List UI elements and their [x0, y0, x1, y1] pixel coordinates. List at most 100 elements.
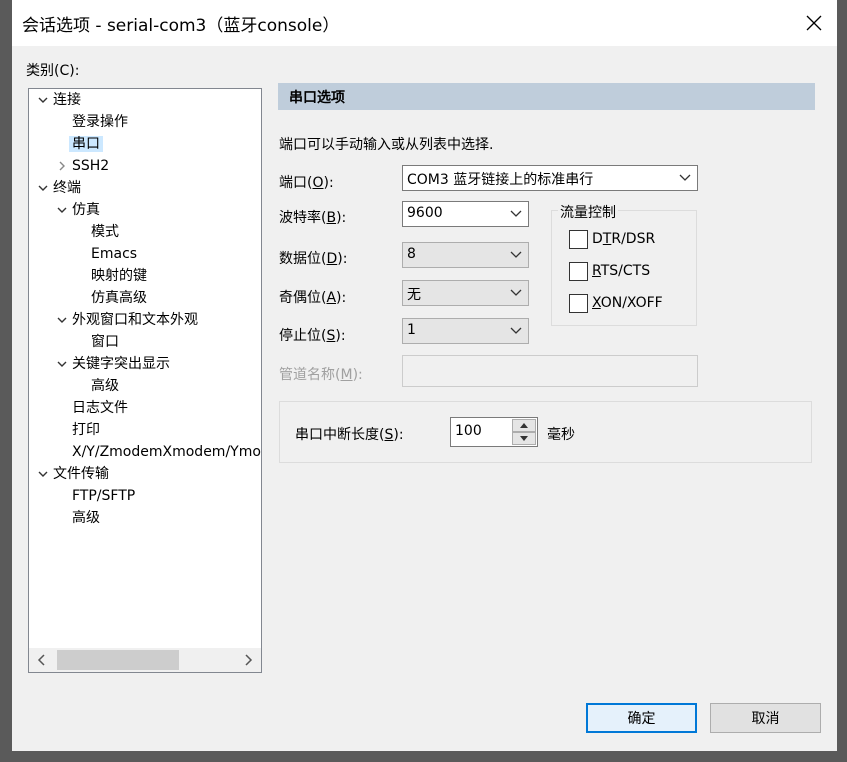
- scroll-left-icon[interactable]: [37, 654, 47, 666]
- tree-item-label: 模式: [91, 224, 119, 240]
- databits-value: 8: [407, 246, 416, 262]
- port-hint: 端口可以手动输入或从列表中选择.: [279, 137, 494, 153]
- chevron-down-icon[interactable]: [37, 177, 49, 199]
- tree-item[interactable]: 外观窗口和文本外观: [57, 309, 198, 331]
- tree-item[interactable]: 日志文件: [72, 397, 128, 419]
- chevron-right-icon[interactable]: [56, 155, 68, 177]
- break-unit: 毫秒: [547, 427, 575, 443]
- port-combo[interactable]: COM3 蓝牙链接上的标准串行: [402, 165, 698, 191]
- stopbits-value: 1: [407, 322, 416, 338]
- spin-up-button[interactable]: [512, 419, 536, 432]
- chevron-down-icon: [510, 289, 522, 296]
- tree-item[interactable]: 窗口: [91, 331, 119, 353]
- databits-combo[interactable]: 8: [402, 242, 529, 268]
- tree-item-label: 串口: [69, 136, 103, 152]
- tree-item-label: 仿真: [72, 202, 100, 218]
- tree-item-label: 登录操作: [72, 114, 128, 130]
- tree-item[interactable]: Emacs: [91, 243, 137, 265]
- caret-down-icon: [520, 436, 528, 441]
- parity-label: 奇偶位(A):: [279, 290, 347, 306]
- tree-item[interactable]: 终端: [38, 177, 81, 199]
- tree-item-label: Emacs: [91, 246, 138, 262]
- pipe-input: [402, 355, 698, 387]
- tree-item-label: 外观窗口和文本外观: [72, 312, 198, 328]
- tree-item[interactable]: 文件传输: [38, 463, 109, 485]
- tree-item-label: 仿真高级: [91, 290, 147, 306]
- tree-item[interactable]: 映射的键: [91, 265, 147, 287]
- break-value[interactable]: 100: [455, 423, 482, 439]
- chevron-down-icon[interactable]: [37, 463, 49, 485]
- tree-item-label: 窗口: [91, 334, 119, 350]
- tree-item-label: 文件传输: [53, 466, 109, 482]
- session-options-dialog: 会话选项 - serial-com3（蓝牙console） 类别(C): 高级 F…: [12, 0, 837, 751]
- close-button[interactable]: [791, 0, 837, 46]
- tree-item[interactable]: SSH2: [59, 155, 110, 177]
- tree-item[interactable]: 仿真: [57, 199, 100, 221]
- tree-item[interactable]: 登录操作: [72, 111, 128, 133]
- stopbits-combo[interactable]: 1: [402, 318, 529, 344]
- tree-item-label: 高级: [91, 378, 119, 394]
- section-title: 串口选项: [289, 90, 345, 106]
- tree-item[interactable]: 高级: [91, 375, 119, 397]
- pipe-label: 管道名称(M):: [279, 367, 363, 383]
- port-label: 端口(O):: [279, 175, 334, 191]
- tree-item-label: SSH2: [72, 158, 110, 174]
- dtr-label[interactable]: DTR/DSR: [592, 231, 655, 247]
- chevron-down-icon: [510, 210, 522, 217]
- tree-item[interactable]: 仿真高级: [91, 287, 147, 309]
- title-bar: 会话选项 - serial-com3（蓝牙console）: [12, 0, 837, 46]
- baud-value: 9600: [407, 205, 443, 221]
- chevron-down-icon: [679, 174, 691, 181]
- chevron-down-icon[interactable]: [56, 353, 68, 375]
- tree-item-label: 高级: [72, 510, 100, 526]
- baud-label: 波特率(B):: [279, 210, 347, 226]
- scroll-right-icon[interactable]: [243, 654, 253, 666]
- scrollbar-thumb[interactable]: [57, 650, 179, 670]
- tree-item[interactable]: 串口: [69, 133, 103, 155]
- spin-down-button[interactable]: [512, 432, 536, 445]
- category-tree[interactable]: 高级 FTP/SFTP 文件传输 X/Y/ZmodemXmodem/Ymodem 打印 日…: [28, 88, 262, 673]
- tree-item-label: 打印: [72, 422, 100, 438]
- chevron-down-icon[interactable]: [56, 309, 68, 331]
- cancel-button[interactable]: 取消: [710, 703, 821, 733]
- category-label: 类别(C):: [26, 63, 80, 79]
- rts-label[interactable]: RTS/CTS: [592, 263, 650, 279]
- chevron-down-icon[interactable]: [56, 199, 68, 221]
- horizontal-scrollbar[interactable]: [29, 648, 261, 672]
- tree-item[interactable]: X/Y/ZmodemXmodem/Ymodem: [72, 441, 261, 463]
- section-header: 串口选项: [278, 83, 815, 110]
- flow-control-title: 流量控制: [558, 202, 618, 222]
- dtr-checkbox[interactable]: [569, 230, 588, 249]
- window-title: 会话选项 - serial-com3（蓝牙console）: [22, 16, 340, 36]
- tree-item-label: 日志文件: [72, 400, 128, 416]
- xon-label[interactable]: XON/XOFF: [592, 295, 663, 311]
- tree-item[interactable]: 关键字突出显示: [57, 353, 170, 375]
- break-label: 串口中断长度(S):: [295, 427, 404, 443]
- parity-combo[interactable]: 无: [402, 280, 529, 306]
- tree-item-label: 映射的键: [91, 268, 147, 284]
- port-value: COM3 蓝牙链接上的标准串行: [407, 172, 594, 188]
- baud-combo[interactable]: 9600: [402, 201, 529, 227]
- chevron-down-icon[interactable]: [37, 89, 49, 111]
- break-length-spinner[interactable]: 100: [450, 417, 538, 447]
- tree-item-label: 关键字突出显示: [72, 356, 170, 372]
- xon-checkbox[interactable]: [569, 294, 588, 313]
- close-icon: [806, 15, 822, 31]
- tree-item-label: X/Y/ZmodemXmodem/Ymodem: [72, 444, 261, 460]
- chevron-down-icon: [510, 327, 522, 334]
- chevron-down-icon: [510, 251, 522, 258]
- ok-button[interactable]: 确定: [586, 703, 697, 733]
- tree-item[interactable]: 连接: [38, 89, 81, 111]
- caret-up-icon: [520, 423, 528, 428]
- tree-item-label: FTP/SFTP: [72, 488, 136, 504]
- tree-item[interactable]: 打印: [72, 419, 100, 441]
- tree-item[interactable]: 模式: [91, 221, 119, 243]
- tree-item-label: 终端: [53, 180, 81, 196]
- stopbits-label: 停止位(S):: [279, 328, 346, 344]
- rts-checkbox[interactable]: [569, 262, 588, 281]
- tree-item[interactable]: 高级: [72, 507, 100, 529]
- tree-item-label: 连接: [53, 92, 81, 108]
- tree-item[interactable]: FTP/SFTP: [72, 485, 135, 507]
- parity-value: 无: [407, 287, 421, 303]
- databits-label: 数据位(D):: [279, 251, 348, 267]
